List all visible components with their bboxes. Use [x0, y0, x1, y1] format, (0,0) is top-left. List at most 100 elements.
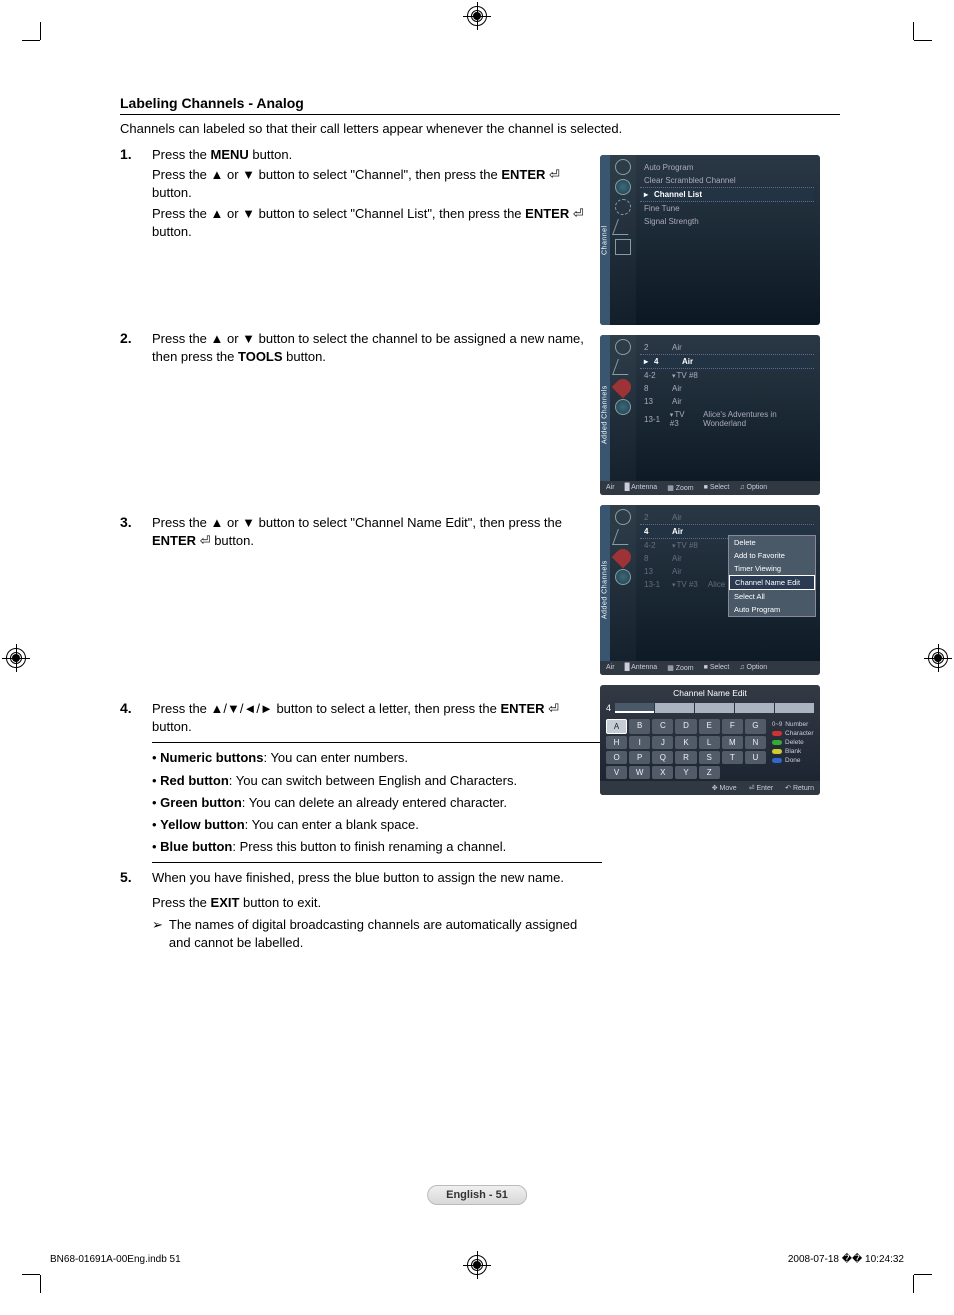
popup-item[interactable]: Delete [729, 536, 815, 549]
registration-mark-right [928, 648, 948, 668]
text: Press the ▲/▼/◄/► button to select a let… [152, 701, 500, 716]
bullet-green: Green button: You can delete an already … [152, 792, 602, 814]
channel-icon [615, 179, 631, 195]
all-icon [615, 509, 631, 525]
menu-button-label: MENU [211, 147, 249, 162]
channel-row[interactable]: 2Air [640, 341, 814, 354]
char-slot[interactable] [775, 703, 814, 713]
text: : You can enter numbers. [263, 750, 408, 765]
keyboard-key[interactable]: K [675, 736, 696, 749]
keyboard-key[interactable]: D [675, 719, 696, 734]
legend-item: 0~9Number [772, 721, 816, 728]
bullet-yellow: Yellow button: You can enter a blank spa… [152, 814, 602, 836]
keyboard-key[interactable]: T [722, 751, 743, 764]
osd-footer: Air █ Antenna ▦ Zoom ■ Select ♫ Option [600, 481, 820, 495]
menu-item-signal-strength[interactable]: Signal Strength [640, 215, 814, 228]
keyboard-key[interactable]: F [722, 719, 743, 734]
footer-zoom[interactable]: ▦ Zoom [667, 664, 693, 672]
menu-item-fine-tune[interactable]: Fine Tune [640, 202, 814, 215]
footer-enter[interactable]: ⏎ Enter [749, 784, 774, 792]
keyboard-key[interactable]: I [629, 736, 650, 749]
channel-row[interactable]: 13Air [640, 395, 814, 408]
text: button to exit. [239, 895, 321, 910]
page: Labeling Channels - Analog Channels can … [0, 0, 954, 1315]
tools-popup: DeleteAdd to FavoriteTimer ViewingChanne… [728, 535, 816, 617]
keyboard-key[interactable]: A [606, 719, 627, 734]
crop-mark [913, 22, 914, 40]
menu-item-channel-list[interactable]: ▸ Channel List [640, 187, 814, 202]
menu-item-clear-scrambled[interactable]: Clear Scrambled Channel [640, 174, 814, 187]
keyboard-key[interactable]: R [675, 751, 696, 764]
step-text: Press the ▲ or ▼ button to select the ch… [152, 330, 602, 368]
footer-antenna[interactable]: █ Antenna [625, 484, 658, 492]
popup-item[interactable]: Timer Viewing [729, 562, 815, 575]
label: Enter [756, 785, 773, 792]
osd-side-label: Channel [600, 155, 610, 325]
label: Option [747, 664, 768, 671]
footer-return[interactable]: ↶ Return [785, 784, 814, 792]
legend-item: Delete [772, 739, 816, 746]
popup-item[interactable]: Add to Favorite [729, 549, 815, 562]
label: Green button [160, 795, 242, 810]
keyboard-key[interactable]: V [606, 766, 627, 779]
intro-text: Channels can labeled so that their call … [120, 121, 840, 136]
char-slot[interactable] [695, 703, 734, 713]
channel-row[interactable]: ▸4Air [640, 354, 814, 369]
keyboard-key[interactable]: J [652, 736, 673, 749]
programmed-icon [615, 399, 631, 415]
footer-select[interactable]: ■ Select [704, 484, 730, 492]
menu-item-auto-program[interactable]: Auto Program [640, 161, 814, 174]
keyboard-key[interactable]: M [722, 736, 743, 749]
osd-icon-column [610, 505, 636, 675]
step-text: When you have finished, press the blue b… [152, 869, 602, 952]
footer-antenna[interactable]: █ Antenna [625, 664, 658, 672]
keyboard-key[interactable]: Y [675, 766, 696, 779]
bullet-blue: Blue button: Press this button to finish… [152, 836, 602, 858]
keyboard-key[interactable]: X [652, 766, 673, 779]
text: button. [152, 719, 192, 734]
footer-option[interactable]: ♫ Option [739, 664, 767, 672]
keyboard-key[interactable]: G [745, 719, 766, 734]
footer-option[interactable]: ♫ Option [739, 484, 767, 492]
popup-item[interactable]: Select All [729, 590, 815, 603]
keyboard-key[interactable]: Z [699, 766, 720, 779]
keyboard-key[interactable]: W [629, 766, 650, 779]
note-icon: ➢ [152, 916, 163, 934]
channel-row[interactable]: 13-1TV #3Alice's Adventures in Wonderlan… [640, 408, 814, 430]
footer-move[interactable]: ✥ Move [712, 784, 737, 792]
label: Select [710, 484, 729, 491]
setup-icon [615, 199, 631, 215]
text: button. [152, 224, 192, 239]
keyboard-key[interactable]: Q [652, 751, 673, 764]
registration-mark-left [6, 648, 26, 668]
channel-row[interactable]: 8Air [640, 382, 814, 395]
step-number: 4. [120, 700, 152, 716]
text: : You can delete an already entered char… [242, 795, 507, 810]
text: Press the [152, 895, 211, 910]
step-text: Press the MENU button. Press the ▲ or ▼ … [152, 146, 602, 243]
popup-item[interactable]: Channel Name Edit [729, 575, 815, 590]
keyboard-key[interactable]: U [745, 751, 766, 764]
char-slot[interactable] [735, 703, 774, 713]
footer-select[interactable]: ■ Select [704, 664, 730, 672]
channel-row[interactable]: 2Air [640, 511, 814, 524]
keyboard-key[interactable]: B [629, 719, 650, 734]
crop-mark [40, 1275, 41, 1293]
bullet-red: Red button: You can switch between Engli… [152, 770, 602, 792]
keyboard-key[interactable]: C [652, 719, 673, 734]
keyboard-key[interactable]: N [745, 736, 766, 749]
keyboard-key[interactable]: O [606, 751, 627, 764]
footer-zoom[interactable]: ▦ Zoom [667, 484, 693, 492]
char-slot[interactable] [655, 703, 694, 713]
crop-mark [914, 40, 932, 41]
keyboard-key[interactable]: P [629, 751, 650, 764]
added-icon [612, 529, 634, 545]
keyboard-key[interactable]: S [699, 751, 720, 764]
step-text: Press the ▲/▼/◄/► button to select a let… [152, 700, 602, 863]
keyboard-key[interactable]: H [606, 736, 627, 749]
keyboard-key[interactable]: L [699, 736, 720, 749]
channel-row[interactable]: 4-2TV #8 [640, 369, 814, 382]
char-cursor[interactable] [615, 703, 654, 713]
popup-item[interactable]: Auto Program [729, 603, 815, 616]
keyboard-key[interactable]: E [699, 719, 720, 734]
